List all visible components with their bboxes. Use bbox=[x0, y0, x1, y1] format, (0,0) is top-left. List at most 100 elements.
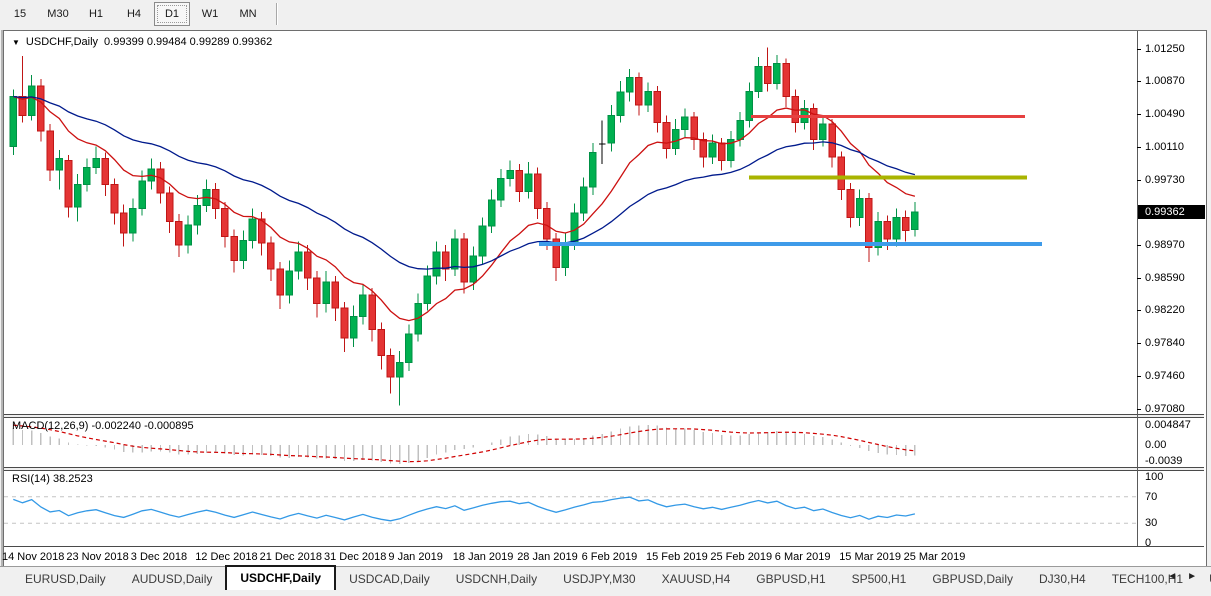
candle-body bbox=[377, 329, 386, 356]
price-tick bbox=[1137, 278, 1141, 280]
price-tick-label: 0.98220 bbox=[1145, 304, 1185, 317]
candle-body bbox=[46, 130, 54, 171]
candle-body bbox=[773, 63, 781, 85]
price-tick-label: 1.01250 bbox=[1145, 42, 1185, 55]
candle-body bbox=[478, 225, 487, 257]
candle-body bbox=[239, 240, 248, 262]
chart-tab-dj30-h4[interactable]: DJ30,H4 bbox=[1026, 568, 1099, 590]
price-tick bbox=[1137, 375, 1141, 377]
candle-body bbox=[349, 316, 358, 339]
candle-body bbox=[432, 251, 441, 277]
price-tick-label: 1.00490 bbox=[1145, 108, 1185, 121]
time-tick-label: 6 Feb 2019 bbox=[581, 551, 638, 563]
chart-tabbar: EURUSD,Daily AUDUSD,Daily USDCHF,Daily USDC… bbox=[0, 565, 1211, 591]
chart-tab-eurusd-daily[interactable]: EURUSD,Daily bbox=[12, 568, 119, 590]
tab-scroll-left-icon[interactable]: ◄ bbox=[1167, 571, 1177, 582]
status-strip bbox=[0, 590, 1211, 596]
candle-body bbox=[883, 221, 892, 240]
price-tick-label: 0.97460 bbox=[1145, 369, 1185, 382]
symbol-timeframe-label: USDCHF,Daily bbox=[25, 36, 99, 48]
candle-body bbox=[83, 166, 91, 186]
chart-tab-usdjpy-m30[interactable]: USDJPY,M30 bbox=[550, 568, 648, 590]
candle-body bbox=[487, 199, 496, 227]
candle-body bbox=[671, 128, 680, 149]
tab-scroll-arrows: ◄ ► bbox=[1167, 571, 1197, 582]
main-chart-pane[interactable] bbox=[4, 33, 1137, 414]
chart-title: ▼ USDCHF,Daily 0.99399 0.99484 0.99289 0… bbox=[12, 36, 272, 48]
candle-body bbox=[276, 268, 284, 296]
candle-body bbox=[561, 242, 570, 268]
chart-tab-sp500-h1[interactable]: SP500,H1 bbox=[839, 568, 920, 590]
candle-body bbox=[607, 114, 616, 144]
macd-axis-label: -0.0039 bbox=[1145, 455, 1183, 468]
time-tick-label: 15 Feb 2019 bbox=[646, 551, 708, 563]
chart-tab-audusd-daily[interactable]: AUDUSD,Daily bbox=[119, 568, 226, 590]
timeframe-button-mn[interactable]: MN bbox=[230, 2, 266, 26]
timeframe-toolbar: 15 M30 H1 H4 D1 W1 MN bbox=[0, 0, 1211, 28]
candle-body bbox=[119, 212, 128, 234]
macd-label: MACD(12,26,9) -0.002240 -0.000895 bbox=[12, 420, 194, 432]
timeframe-button-h4[interactable]: H4 bbox=[116, 2, 152, 26]
chart-tab-usdcad-daily[interactable]: USDCAD,Daily bbox=[336, 568, 443, 590]
candle-body bbox=[313, 277, 321, 305]
timeframe-button-w1[interactable]: W1 bbox=[192, 2, 228, 26]
rsi-axis-label: 30 bbox=[1145, 517, 1158, 530]
rsi-pane[interactable] bbox=[4, 471, 1137, 546]
macd-axis-label: 0.00 bbox=[1145, 439, 1167, 451]
candle-body bbox=[55, 158, 64, 171]
candle-body bbox=[340, 307, 349, 339]
current-price-badge: 0.99362 bbox=[1138, 204, 1205, 219]
candle-body bbox=[423, 275, 432, 305]
price-tick-label: 1.00870 bbox=[1145, 75, 1185, 88]
chart-tab-usdchf-daily[interactable]: USDCHF,Daily bbox=[225, 565, 337, 591]
candle-body bbox=[294, 251, 303, 272]
candle-body bbox=[64, 159, 73, 208]
time-tick-label: 14 Nov 2018 bbox=[2, 551, 65, 563]
price-tick-label: 0.97080 bbox=[1145, 402, 1185, 415]
chart-tab-ukc[interactable]: UKC bbox=[1196, 568, 1211, 590]
price-tick bbox=[1137, 146, 1141, 148]
candle-body bbox=[690, 116, 698, 141]
candle-body bbox=[579, 186, 588, 214]
chart-tab-xauusd-h4[interactable]: XAUUSD,H4 bbox=[649, 568, 744, 590]
time-tick-label: 15 Mar 2019 bbox=[839, 551, 901, 563]
price-tick bbox=[1137, 245, 1141, 247]
rsi-label: RSI(14) 38.2523 bbox=[12, 473, 93, 485]
chart-tab-gbpusd-h1[interactable]: GBPUSD,H1 bbox=[743, 568, 838, 590]
chart-tab-gbpusd-daily[interactable]: GBPUSD,Daily bbox=[919, 568, 1026, 590]
candle-body bbox=[524, 173, 533, 192]
price-axis: 1.01250 1.00870 1.00490 1.00110 0.99730 0.989… bbox=[1137, 31, 1206, 546]
candle-body bbox=[708, 142, 717, 158]
candle-body bbox=[248, 218, 257, 242]
timeframe-button-h1[interactable]: H1 bbox=[78, 2, 114, 26]
time-tick-label: 28 Jan 2019 bbox=[517, 551, 578, 563]
time-tick-label: 25 Mar 2019 bbox=[903, 551, 966, 563]
symbol-dropdown-icon[interactable]: ▼ bbox=[12, 38, 20, 47]
candle-body bbox=[303, 251, 312, 279]
rsi-axis-label: 0 bbox=[1145, 537, 1152, 549]
candle-body bbox=[635, 76, 643, 106]
timeframe-button-m30[interactable]: M30 bbox=[40, 2, 76, 26]
candle-body bbox=[699, 139, 708, 158]
price-tick-label: 0.98590 bbox=[1145, 272, 1185, 285]
time-tick-label: 25 Feb 2019 bbox=[710, 551, 773, 563]
candle-body bbox=[653, 90, 662, 123]
time-tick-label: 12 Dec 2018 bbox=[195, 551, 258, 563]
price-tick-label: 0.99730 bbox=[1145, 173, 1185, 186]
time-tick-label: 23 Nov 2018 bbox=[66, 551, 129, 563]
candle-body bbox=[911, 211, 919, 230]
timeframe-button-d1[interactable]: D1 bbox=[154, 2, 190, 26]
candle-body bbox=[221, 208, 229, 237]
candle-body bbox=[828, 123, 836, 158]
candle-body bbox=[754, 65, 763, 92]
price-tick bbox=[1137, 114, 1141, 116]
price-tick bbox=[1137, 179, 1141, 181]
timeframe-button-15[interactable]: 15 bbox=[2, 2, 38, 26]
candle-body bbox=[717, 142, 726, 161]
chart-tab-usdcnh-daily[interactable]: USDCNH,Daily bbox=[443, 568, 550, 590]
candle-body bbox=[543, 208, 551, 240]
tab-scroll-right-icon[interactable]: ► bbox=[1187, 571, 1197, 582]
candle-body bbox=[322, 281, 330, 305]
time-axis: 14 Nov 2018 23 Nov 2018 3 Dec 2018 12 Dec 2… bbox=[2, 546, 1204, 568]
rsi-axis-label: 70 bbox=[1145, 490, 1158, 503]
